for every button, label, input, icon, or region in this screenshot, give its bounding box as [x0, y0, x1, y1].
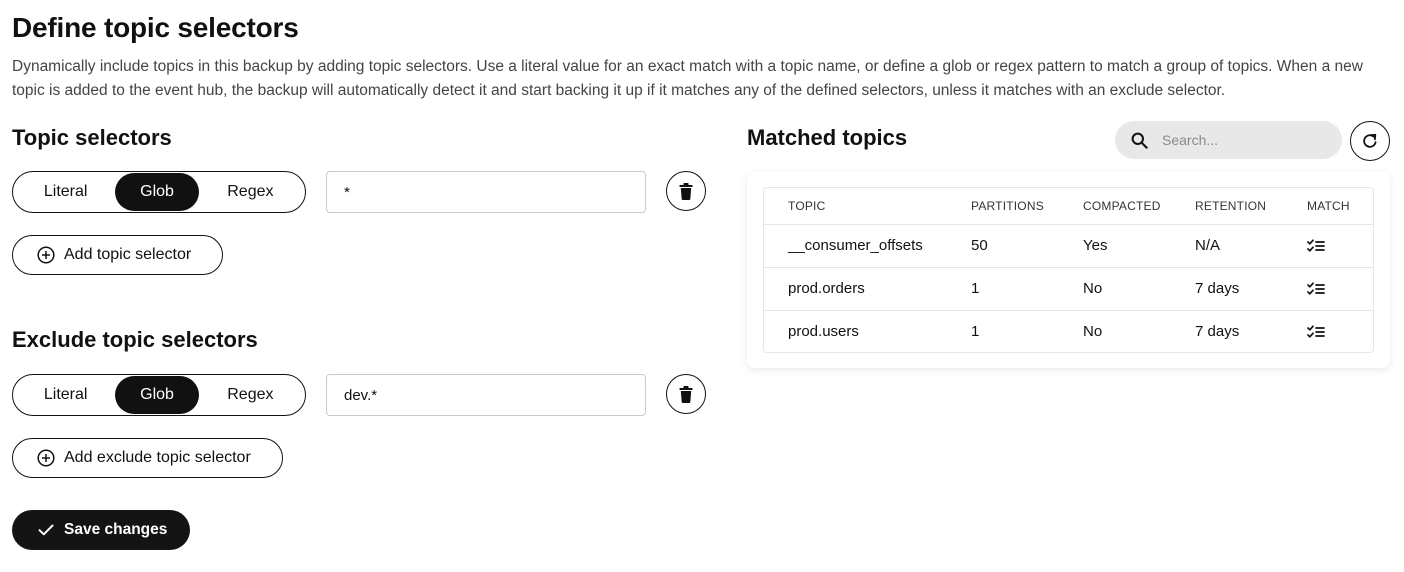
checkmark-icon — [38, 524, 54, 536]
check-list-icon — [1307, 325, 1325, 338]
table-row: prod.users 1 No 7 days — [764, 310, 1373, 352]
column-header-partitions: PARTITIONS — [971, 188, 1083, 225]
add-exclude-selector-label: Add exclude topic selector — [64, 449, 251, 466]
retention-cell: N/A — [1195, 224, 1307, 268]
topic-selectors-title: Topic selectors — [12, 125, 172, 150]
partitions-cell: 1 — [971, 323, 980, 341]
partitions-cell: 50 — [971, 224, 1083, 268]
check-list-icon — [1307, 239, 1325, 252]
match-cell — [1307, 267, 1373, 311]
column-header-retention: RETENTION — [1195, 188, 1307, 225]
refresh-icon — [1363, 133, 1377, 148]
exclude-selector-input[interactable] — [326, 374, 646, 416]
delete-exclude-selector-button[interactable] — [666, 374, 706, 414]
compacted-cell: No — [1083, 267, 1195, 311]
add-topic-selector-button[interactable]: Add topic selector — [12, 235, 223, 275]
search-input[interactable] — [1162, 132, 1322, 148]
table-header-row: TOPIC PARTITIONS COMPACTED RETENTION MAT… — [764, 188, 1373, 225]
table-row: __consumer_offsets 50 Yes N/A — [764, 224, 1373, 268]
compacted-cell: No — [1083, 323, 1103, 341]
exclude-mode-glob-option[interactable]: Glob — [115, 376, 199, 414]
add-exclude-selector-button[interactable]: Add exclude topic selector — [12, 438, 283, 478]
add-topic-selector-label: Add topic selector — [64, 246, 192, 263]
retention-cell: 7 days — [1195, 323, 1240, 341]
save-changes-label: Save changes — [64, 521, 168, 538]
retention-cell: 7 days — [1195, 267, 1307, 311]
exclude-mode-regex-option[interactable]: Regex — [199, 376, 302, 414]
exclude-mode-literal-option[interactable]: Literal — [16, 376, 115, 414]
trash-icon — [679, 182, 693, 200]
mode-regex-option[interactable]: Regex — [199, 173, 302, 211]
column-header-match: MATCH — [1307, 188, 1373, 225]
topic-cell: prod.orders — [764, 267, 971, 311]
matched-topics-card: TOPIC PARTITIONS COMPACTED RETENTION MAT… — [747, 172, 1390, 368]
table-row: prod.orders 1 No 7 days — [764, 267, 1373, 311]
topic-search — [1115, 121, 1342, 159]
column-header-compacted: COMPACTED — [1083, 188, 1195, 225]
search-icon — [1131, 132, 1148, 149]
page-title: Define topic selectors — [12, 12, 299, 43]
matched-topics-table: TOPIC PARTITIONS COMPACTED RETENTION MAT… — [763, 187, 1374, 353]
compacted-cell: Yes — [1083, 224, 1195, 268]
page-description: Dynamically include topics in this backu… — [12, 58, 1363, 99]
topic-cell: prod.users — [788, 323, 859, 341]
plus-circle-icon — [37, 449, 55, 467]
exclude-selectors-title: Exclude topic selectors — [12, 327, 258, 352]
refresh-button[interactable] — [1350, 121, 1390, 161]
save-changes-button[interactable]: Save changes — [12, 510, 190, 550]
topic-selector-mode-toggle: Literal Glob Regex — [12, 171, 306, 213]
delete-topic-selector-button[interactable] — [666, 171, 706, 211]
exclude-selector-mode-toggle: Literal Glob Regex — [12, 374, 306, 416]
trash-icon — [679, 385, 693, 403]
partitions-cell: 1 — [971, 267, 1083, 311]
column-header-topic: TOPIC — [764, 188, 971, 225]
topic-cell: __consumer_offsets — [764, 224, 971, 268]
mode-glob-option[interactable]: Glob — [115, 173, 199, 211]
mode-literal-option[interactable]: Literal — [16, 173, 115, 211]
check-list-icon — [1307, 282, 1325, 295]
matched-topics-title: Matched topics — [747, 125, 908, 150]
plus-circle-icon — [37, 246, 55, 264]
match-cell — [1307, 224, 1373, 268]
topic-selector-input[interactable] — [326, 171, 646, 213]
match-cell — [1307, 310, 1373, 352]
